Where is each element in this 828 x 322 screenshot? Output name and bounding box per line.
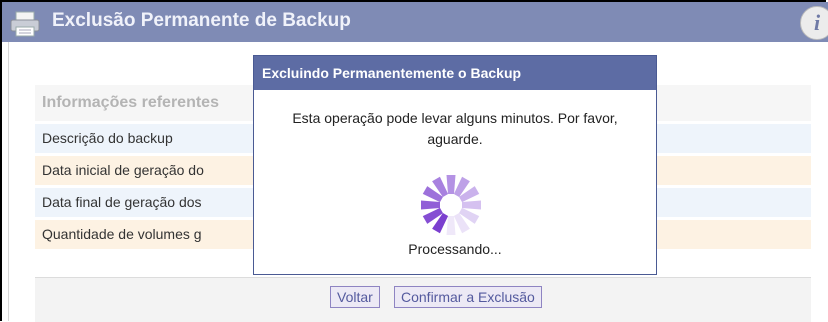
confirmar-exclusao-button[interactable]: Confirmar a Exclusão: [394, 286, 542, 308]
page-title: Exclusão Permanente de Backup: [52, 10, 351, 31]
spinner-spoke: [446, 216, 456, 235]
progress-dialog: Excluindo Permanentemente o Backup Esta …: [253, 55, 657, 275]
info-icon[interactable]: i: [800, 6, 828, 40]
spinner-spoke: [421, 200, 440, 210]
status-text: Processando...: [408, 241, 502, 257]
spinner-icon: [421, 175, 481, 235]
printer-icon: [10, 11, 40, 37]
spinner-spoke: [462, 200, 481, 210]
dialog-title: Excluindo Permanentemente o Backup: [254, 56, 656, 90]
page-header: Exclusão Permanente de Backup i: [2, 2, 828, 42]
voltar-button[interactable]: Voltar: [330, 286, 380, 308]
dialog-message: Esta operação pode levar alguns minutos.…: [292, 110, 618, 147]
spinner-spoke: [446, 175, 456, 194]
